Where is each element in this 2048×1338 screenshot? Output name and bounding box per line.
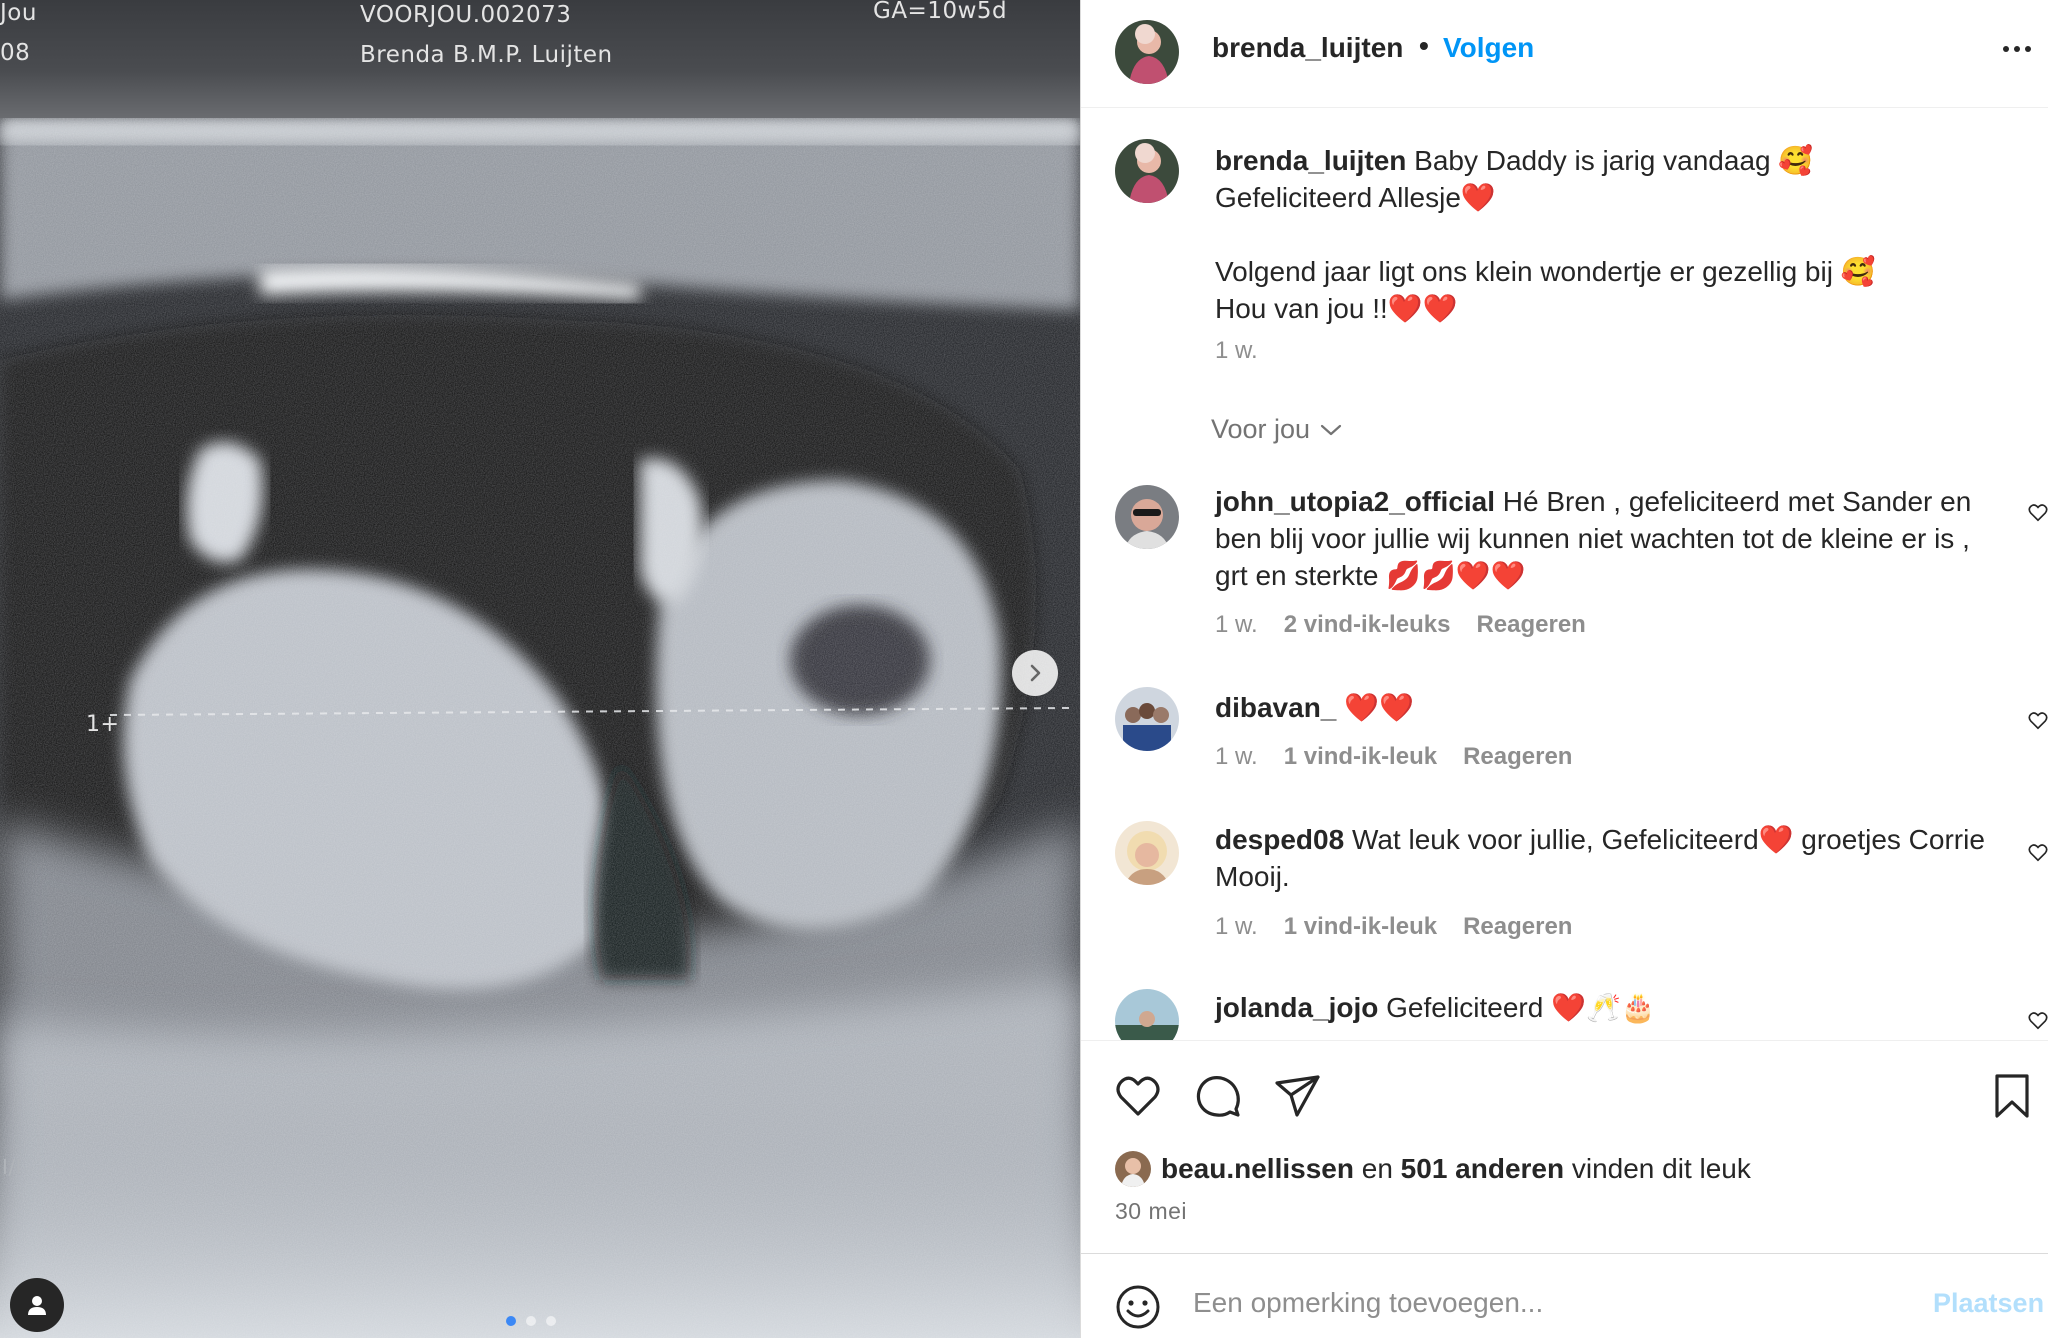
person-icon [28,1296,46,1315]
post-actions: beau.nellissen en 501 anderen vinden dit… [1081,1040,2048,1253]
caption-meta: 1 w. [1215,337,1258,365]
smiley-icon[interactable] [1115,1284,1161,1330]
caption-line: Gefeliciteerd Allesje [1215,182,1461,213]
reply-button[interactable]: Reageren [1463,743,1572,771]
scan-side-mark: I/I [2,1155,23,1179]
header-separator: • [1419,30,1429,61]
comment-body: Gefeliciteerd ❤️🥂🎂 [1378,992,1656,1023]
likes-count[interactable]: 501 anderen [1401,1153,1564,1184]
scan-label-top-left: Jou [0,0,37,26]
scan-patient-name: Brenda B.M.P. Luijten [360,42,613,68]
author-avatar[interactable] [1115,20,1179,84]
carousel-indicator [506,1316,556,1326]
comment-time[interactable]: 1 w. [1215,913,1258,941]
comment-like-icon[interactable] [2027,1009,2048,1031]
commenter-avatar[interactable] [1115,989,1179,1040]
commenter-avatar[interactable] [1115,687,1179,751]
ultrasound-image [0,0,1080,1338]
comment-meta: 1 w. 1 vind-ik-leuk Reageren [1215,743,1572,771]
caption-line: Hou van jou !! [1215,293,1388,324]
comment-filter-dropdown[interactable]: Voor jou [1211,414,1342,445]
more-options-icon[interactable] [2003,46,2031,52]
comments-list[interactable]: brenda_luijten Baby Daddy is jarig vanda… [1081,109,2048,1040]
author-username[interactable]: brenda_luijten [1212,32,1403,64]
likes-summary[interactable]: beau.nellissen en 501 anderen vinden dit… [1115,1151,1751,1187]
comment-text: dibavan_ ❤️❤️ [1215,689,1995,726]
heart-icon[interactable] [1113,1071,1163,1121]
chevron-down-icon [1320,424,1342,435]
comment-username[interactable]: dibavan_ [1215,692,1336,723]
comment-username[interactable]: jolanda_jojo [1215,992,1378,1023]
comment-input[interactable] [1193,1278,1893,1328]
post-comment-button[interactable]: Plaatsen [1933,1288,2044,1319]
post-date[interactable]: 30 mei [1115,1198,1187,1225]
chevron-right-icon [1030,664,1041,682]
comment-icon[interactable] [1193,1071,1243,1121]
bookmark-icon[interactable] [1987,1071,2037,1121]
comment-like-icon[interactable] [2027,709,2048,731]
caption-line: Volgend jaar ligt ons klein wondertje er… [1215,256,1876,287]
send-icon[interactable] [1273,1071,1323,1121]
post-sidebar: brenda_luijten • Volgen brenda_luijten B… [1080,0,2048,1338]
follow-button[interactable]: Volgen [1443,32,1534,64]
comment-likes[interactable]: 2 vind-ik-leuks [1284,611,1451,639]
commenter-avatar[interactable] [1115,821,1179,885]
comment-filter-label: Voor jou [1211,414,1311,444]
caption-text: brenda_luijten Baby Daddy is jarig vanda… [1215,142,1995,327]
scan-label-mid-left: 08 [0,40,31,66]
heart-emoji: ❤️❤️ [1387,293,1458,324]
comment-username[interactable]: john_utopia2_official [1215,486,1495,517]
comment-likes[interactable]: 1 vind-ik-leuk [1284,743,1437,771]
heart-emoji: ❤️ [1460,182,1496,213]
caption-line: Baby Daddy is jarig vandaag 🥰 [1406,145,1814,176]
comment-username[interactable]: desped08 [1215,824,1344,855]
tagged-users-button[interactable] [10,1278,64,1332]
add-comment-bar: Plaatsen [1081,1253,2048,1338]
caption-avatar[interactable] [1115,139,1179,203]
comment-meta: 1 w. 2 vind-ik-leuks Reageren [1215,611,1586,639]
comment-text: john_utopia2_official Hé Bren , gefelici… [1215,483,1995,594]
comment-text: jolanda_jojo Gefeliciteerd ❤️🥂🎂 [1215,989,1995,1026]
reply-button[interactable]: Reageren [1463,913,1572,941]
carousel-next-button[interactable] [1012,650,1058,696]
caption-time[interactable]: 1 w. [1215,337,1258,365]
comment-time[interactable]: 1 w. [1215,743,1258,771]
caption-username[interactable]: brenda_luijten [1215,145,1406,176]
reply-button[interactable]: Reageren [1476,611,1585,639]
likes-connector: en [1353,1153,1401,1184]
scan-patient-id: VOORJOU.002073 [360,2,572,28]
carousel-dot [546,1316,556,1326]
scan-measure-marker: 1+ [86,712,120,737]
commenter-avatar[interactable] [1115,485,1179,549]
liker-username[interactable]: beau.nellissen [1161,1153,1354,1184]
comment-like-icon[interactable] [2027,841,2048,863]
liker-avatar [1115,1151,1151,1187]
comment-meta: 1 w. 1 vind-ik-leuk Reageren [1215,913,1572,941]
post-media[interactable]: Jou 08 VOORJOU.002073 Brenda B.M.P. Luij… [0,0,1080,1338]
carousel-dot [506,1316,516,1326]
comment-body: ❤️❤️ [1336,692,1414,723]
likes-suffix: vinden dit leuk [1564,1153,1751,1184]
comment-like-icon[interactable] [2027,501,2048,523]
comment-time[interactable]: 1 w. [1215,611,1258,639]
scan-gestation: GA=10w5d [873,0,1008,24]
carousel-dot [526,1316,536,1326]
comment-text: desped08 Wat leuk voor jullie, Gefelicit… [1215,821,1995,895]
post-header: brenda_luijten • Volgen [1081,0,2048,108]
comment-likes[interactable]: 1 vind-ik-leuk [1284,913,1437,941]
